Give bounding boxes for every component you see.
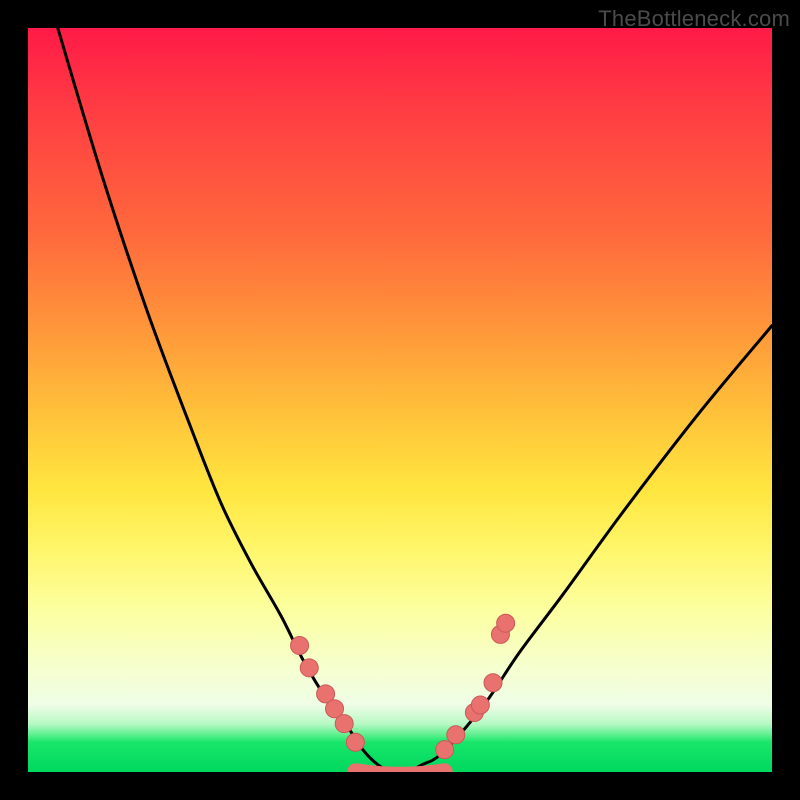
trough-band [355,771,444,772]
marker-right [484,674,502,692]
marker-right [436,741,454,759]
marker-left [300,659,318,677]
marker-right [471,696,489,714]
marker-left [291,637,309,655]
plot-area [28,28,772,772]
marker-left [335,715,353,733]
marker-left [346,733,364,751]
marker-right [497,614,515,632]
bottleneck-curve [58,28,772,772]
bottleneck-chart [28,28,772,772]
chart-frame: TheBottleneck.com [0,0,800,800]
marker-right [447,726,465,744]
